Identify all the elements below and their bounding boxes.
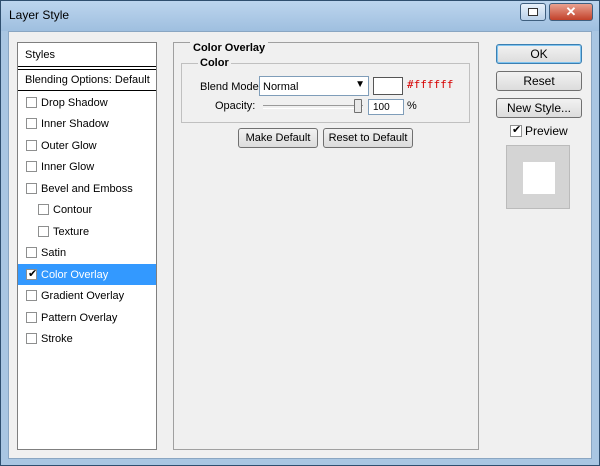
- dropdown-arrow-icon: ▼: [355, 79, 365, 90]
- effect-texture[interactable]: Texture: [18, 221, 156, 242]
- blend-mode-value: Normal: [263, 81, 299, 93]
- section-title: Color Overlay: [190, 42, 269, 54]
- inner-glow-checkbox[interactable]: [26, 161, 37, 172]
- group-title: Color: [198, 57, 231, 69]
- style-preview: [506, 145, 570, 209]
- color-overlay-checkbox[interactable]: ✔: [26, 268, 38, 280]
- contour-checkbox[interactable]: [38, 204, 49, 215]
- opacity-slider-thumb[interactable]: [354, 99, 362, 113]
- help-icon: [528, 8, 538, 16]
- effect-outer-glow[interactable]: Outer Glow: [18, 135, 156, 156]
- ok-button[interactable]: OK: [496, 44, 582, 64]
- outer-glow-checkbox[interactable]: [26, 140, 37, 151]
- checkmark-icon: ✔: [512, 124, 522, 136]
- checkmark-icon: ✔: [28, 268, 38, 280]
- effect-inner-shadow[interactable]: Inner Shadow: [18, 113, 156, 134]
- stroke-checkbox[interactable]: [26, 333, 37, 344]
- effect-label: Stroke: [41, 332, 73, 345]
- effect-label: Color Overlay: [41, 268, 109, 281]
- effect-bevel-and-emboss[interactable]: Bevel and Emboss: [18, 178, 156, 199]
- satin-checkbox[interactable]: [26, 247, 37, 258]
- close-button[interactable]: ✕: [549, 3, 593, 21]
- blending-options-item[interactable]: Blending Options: Default: [18, 69, 156, 91]
- opacity-slider-track[interactable]: [263, 105, 363, 109]
- effect-label: Contour: [53, 203, 93, 216]
- pattern-overlay-checkbox[interactable]: [26, 312, 37, 323]
- gradient-overlay-checkbox[interactable]: [26, 290, 37, 301]
- opacity-input[interactable]: 100: [368, 99, 404, 115]
- opacity-unit: %: [407, 100, 417, 112]
- texture-checkbox[interactable]: [38, 226, 49, 237]
- close-icon: ✕: [565, 4, 577, 19]
- effect-inner-glow[interactable]: Inner Glow: [18, 156, 156, 177]
- styles-list: Styles Blending Options: Default Drop Sh…: [17, 42, 157, 450]
- preview-label: Preview: [525, 124, 568, 138]
- preview-swatch: [523, 162, 555, 194]
- color-hex-value: #ffffff: [407, 78, 454, 91]
- blend-mode-select[interactable]: Normal ▼: [259, 76, 369, 96]
- bevel-and-emboss-checkbox[interactable]: [26, 183, 37, 194]
- preview-checkbox[interactable]: ✔: [510, 124, 522, 137]
- inner-shadow-checkbox[interactable]: [26, 118, 37, 129]
- effect-stroke[interactable]: Stroke: [18, 328, 156, 349]
- reset-to-default-button[interactable]: Reset to Default: [323, 128, 413, 148]
- window-title: Layer Style: [9, 8, 70, 22]
- help-button[interactable]: [520, 3, 546, 21]
- color-swatch[interactable]: [373, 77, 403, 95]
- effect-color-overlay[interactable]: ✔ Color Overlay: [18, 264, 156, 285]
- effect-label: Gradient Overlay: [41, 289, 125, 302]
- layer-style-window: Layer Style ✕ Styles Blending Options: D…: [0, 0, 600, 466]
- new-style-button[interactable]: New Style...: [496, 98, 582, 118]
- effect-label: Bevel and Emboss: [41, 182, 133, 195]
- drop-shadow-checkbox[interactable]: [26, 97, 37, 108]
- make-default-button[interactable]: Make Default: [238, 128, 318, 148]
- opacity-label: Opacity:: [215, 100, 256, 112]
- effect-label: Outer Glow: [41, 139, 97, 152]
- effect-label: Inner Glow: [41, 160, 95, 173]
- effect-label: Drop Shadow: [41, 96, 108, 109]
- effect-contour[interactable]: Contour: [18, 199, 156, 220]
- reset-button[interactable]: Reset: [496, 71, 582, 91]
- effect-label: Texture: [53, 225, 90, 238]
- effect-gradient-overlay[interactable]: Gradient Overlay: [18, 285, 156, 306]
- title-bar[interactable]: Layer Style ✕: [1, 1, 599, 31]
- effect-label: Satin: [41, 246, 67, 259]
- blend-mode-label: Blend Mode:: [200, 81, 262, 93]
- effect-satin[interactable]: Satin: [18, 242, 156, 263]
- styles-header[interactable]: Styles: [18, 43, 156, 67]
- effect-label: Pattern Overlay: [41, 311, 118, 324]
- effect-pattern-overlay[interactable]: Pattern Overlay: [18, 307, 156, 328]
- effect-label: Inner Shadow: [41, 117, 109, 130]
- effect-drop-shadow[interactable]: Drop Shadow: [18, 92, 156, 113]
